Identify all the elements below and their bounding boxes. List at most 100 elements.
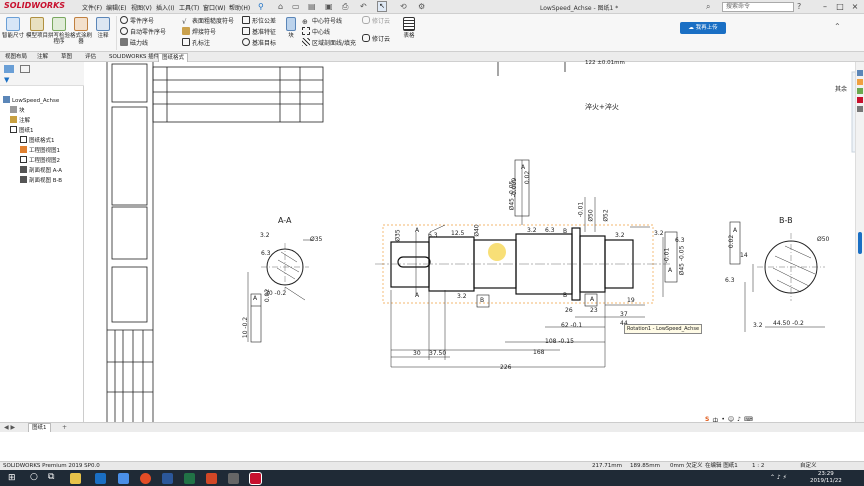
format-painter-button[interactable]: 格式涂刷器 bbox=[70, 16, 92, 50]
section-view-bb[interactable] bbox=[729, 221, 825, 332]
tab-sheet-format[interactable]: 图纸格式 bbox=[158, 53, 189, 62]
options-gear-icon[interactable]: ⚙ bbox=[418, 2, 425, 11]
zoom-fit-icon[interactable] bbox=[857, 70, 863, 76]
dim-a-depth[interactable]: 10 -0.2 bbox=[242, 317, 249, 338]
dim-len-168[interactable]: 168 bbox=[533, 349, 544, 356]
dim-shaft-d52[interactable]: Ø52 bbox=[603, 209, 610, 221]
tree-item-section-aa[interactable]: 剖面视图 A-A bbox=[20, 166, 62, 176]
chrome-icon[interactable] bbox=[140, 473, 151, 484]
menu-file[interactable]: 文件(F) bbox=[82, 3, 102, 12]
minimize-button[interactable]: – bbox=[818, 1, 832, 13]
tree-item-sheet-format[interactable]: 图纸格式1 bbox=[20, 136, 55, 146]
upload-button[interactable]: ☁ 我再上传 bbox=[680, 22, 726, 34]
powerpoint-icon[interactable] bbox=[206, 473, 217, 484]
sheet-nav-arrows-icon[interactable]: ◀ ▶ bbox=[4, 424, 15, 431]
task-view-icon[interactable]: ⧉ bbox=[48, 472, 54, 482]
datum-target-button[interactable]: 基准目标 bbox=[242, 38, 276, 49]
dim-len-37[interactable]: 37 bbox=[620, 311, 628, 318]
excel-icon[interactable] bbox=[184, 473, 195, 484]
feature-tree-tab-icon[interactable] bbox=[4, 65, 14, 73]
tree-item-drawing-view2[interactable]: 工程图视图2 bbox=[20, 156, 60, 166]
menu-view[interactable]: 视图(V) bbox=[131, 3, 152, 12]
open-folder-icon[interactable]: ▤ bbox=[308, 2, 316, 11]
search-taskbar-icon[interactable]: ○ bbox=[30, 472, 38, 482]
geometric-tolerance-button[interactable]: 形位公差 bbox=[242, 16, 276, 27]
dim-shaft-d40[interactable]: Ø40 bbox=[474, 224, 481, 236]
close-button[interactable]: × bbox=[848, 1, 862, 13]
dim-shaft-d45-right[interactable]: Ø45 -0.05 bbox=[678, 246, 685, 276]
main-shaft-view[interactable] bbox=[375, 159, 678, 368]
dim-len-37-50[interactable]: 37.50 bbox=[429, 350, 446, 357]
dim-len-23[interactable]: 23 bbox=[590, 307, 598, 314]
datum-feature-button[interactable]: 基准特征 bbox=[242, 27, 276, 38]
maximize-button[interactable]: □ bbox=[833, 1, 847, 13]
start-windows-icon[interactable]: ⊞ bbox=[8, 473, 16, 483]
tree-item-sheet1[interactable]: 图纸1 bbox=[10, 126, 34, 136]
model-items-button[interactable]: 模型项目 bbox=[26, 16, 48, 50]
dim-len-26[interactable]: 26 bbox=[565, 307, 573, 314]
dim-len-226[interactable]: 226 bbox=[500, 364, 511, 371]
tab-sketch[interactable]: 草图 bbox=[58, 53, 75, 62]
word-icon[interactable] bbox=[162, 473, 173, 484]
centerline-button[interactable]: 中心线 bbox=[302, 27, 330, 38]
tray-icons[interactable]: ⌃ ♪ ⚡ bbox=[770, 474, 787, 481]
pin-icon[interactable]: ⚲ bbox=[258, 2, 266, 12]
menu-help[interactable]: 帮助(H) bbox=[229, 3, 250, 12]
tab-view-layout[interactable]: 视图布局 bbox=[2, 53, 30, 62]
center-mark-button[interactable]: ⊕ 中心符号线 bbox=[302, 16, 342, 27]
dim-len-30[interactable]: 30 bbox=[413, 350, 421, 357]
edge-browser-icon[interactable] bbox=[95, 473, 106, 484]
select-arrow-icon[interactable]: ↖ bbox=[377, 1, 387, 12]
help-search-icon[interactable]: ⌕ bbox=[706, 2, 710, 12]
dim-len-108[interactable]: 108 -0.15 bbox=[545, 338, 574, 345]
rebuild-icon[interactable]: ⟲ bbox=[400, 2, 407, 11]
search-commands-input[interactable]: 搜索命令 bbox=[722, 2, 794, 12]
home-icon[interactable]: ⌂ bbox=[278, 2, 283, 11]
vertical-scrollbar[interactable] bbox=[855, 62, 864, 422]
new-file-icon[interactable]: ▭ bbox=[292, 2, 300, 11]
dim-a-diameter[interactable]: Ø35 bbox=[310, 236, 322, 243]
tables-button[interactable]: 表格 bbox=[400, 16, 418, 50]
hole-callout-button[interactable]: 孔标注 bbox=[182, 38, 210, 49]
blocks-button[interactable]: 块 bbox=[284, 16, 298, 50]
spell-checker-button[interactable]: 拼写检验程序 bbox=[48, 16, 70, 50]
menu-edit[interactable]: 编辑(E) bbox=[106, 3, 126, 12]
tab-evaluate[interactable]: 评估 bbox=[82, 53, 99, 62]
save-icon[interactable]: ▣ bbox=[325, 2, 333, 11]
section-view-tool-icon[interactable] bbox=[857, 106, 863, 112]
magnetic-line-button[interactable]: 磁力线 bbox=[120, 38, 148, 49]
dim-a-width[interactable]: 30 -0.2 bbox=[265, 290, 286, 297]
tree-item-blocks[interactable]: 块 bbox=[10, 106, 25, 116]
dim-shaft-d35[interactable]: Ø35 bbox=[395, 229, 402, 241]
menu-window[interactable]: 窗口(W) bbox=[203, 3, 226, 12]
tab-addins[interactable]: SOLIDWORKS 插件 bbox=[106, 53, 162, 62]
menu-insert[interactable]: 插入(I) bbox=[156, 3, 174, 12]
surface-finish-button[interactable]: √ 表面粗糙度符号 bbox=[182, 16, 234, 27]
tab-annotation[interactable]: 注解 bbox=[34, 53, 51, 62]
file-explorer-icon[interactable] bbox=[70, 473, 81, 484]
appearance-icon[interactable] bbox=[857, 79, 863, 85]
clock[interactable]: 23:29 2019/11/22 bbox=[810, 471, 842, 485]
property-tab-icon[interactable] bbox=[20, 65, 30, 73]
scene-icon[interactable] bbox=[857, 88, 863, 94]
dim-b-diameter[interactable]: Ø50 bbox=[817, 236, 829, 243]
filter-icon[interactable]: ▼ bbox=[4, 76, 9, 84]
tree-item-drawing-view1[interactable]: 工程图视图1 bbox=[20, 146, 60, 156]
tree-item-annotations[interactable]: 注解 bbox=[10, 116, 30, 126]
dim-shaft-d50[interactable]: Ø50 bbox=[588, 209, 595, 221]
dim-len-19[interactable]: 19 bbox=[627, 297, 635, 304]
tree-item-section-bb[interactable]: 剖面视图 B-B bbox=[20, 176, 62, 186]
undo-icon[interactable]: ↶ bbox=[360, 2, 367, 11]
revision-cloud-button[interactable]: 修订云 bbox=[362, 34, 390, 45]
scrollbar-thumb[interactable] bbox=[858, 232, 862, 254]
balloon-button[interactable]: 零件序号 bbox=[120, 16, 154, 27]
print-icon[interactable]: ⎙ bbox=[342, 2, 348, 12]
drawing-canvas[interactable]: 122 ±0.01mm 淬火+淬火 其余 A-A B-B Ø35 Ø50 6.3… bbox=[85, 60, 855, 425]
menu-tools[interactable]: 工具(T) bbox=[179, 3, 199, 12]
app-icon[interactable] bbox=[228, 473, 239, 484]
area-hatch-button[interactable]: 区域剖面线/填充 bbox=[302, 38, 356, 49]
question-icon[interactable]: ? bbox=[797, 2, 801, 11]
tree-root[interactable]: LowSpeed_Achse bbox=[3, 96, 59, 106]
dim-b-depth[interactable]: 44.50 -0.2 bbox=[773, 320, 804, 327]
add-sheet-icon[interactable]: + bbox=[62, 424, 67, 431]
